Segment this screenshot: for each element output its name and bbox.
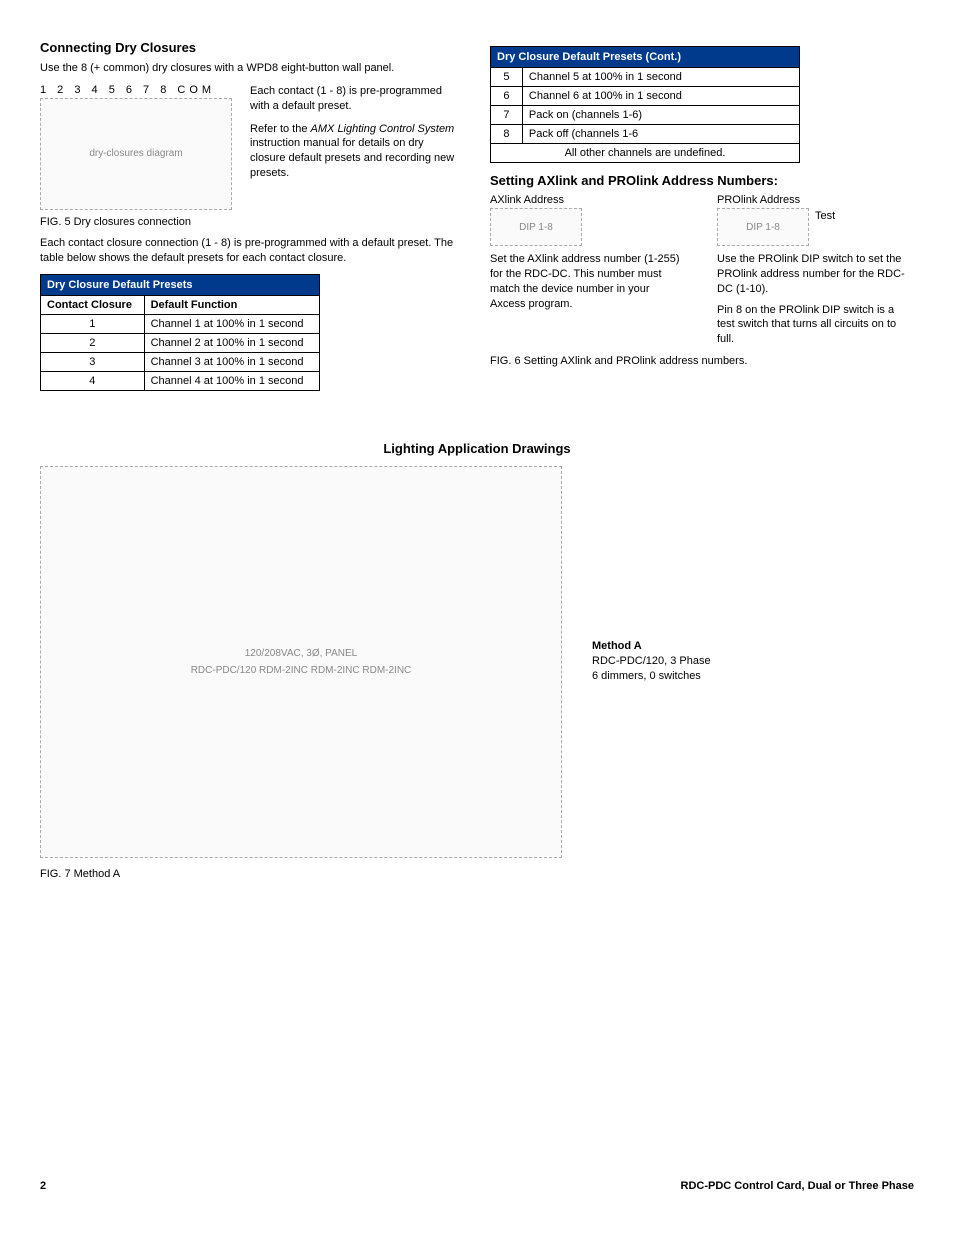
cell: 1 — [41, 314, 145, 333]
table-row: 4Channel 4 at 100% in 1 second — [41, 371, 320, 390]
top-two-column: Connecting Dry Closures Use the 8 (+ com… — [40, 40, 914, 391]
axlink-note: Set the AXlink address number (1-255) fo… — [490, 252, 687, 311]
table-row: 5Channel 5 at 100% in 1 second — [491, 68, 800, 87]
table-row: 7Pack on (channels 1-6) — [491, 106, 800, 125]
table1-title: Dry Closure Default Presets — [41, 274, 320, 295]
method-a-l1: RDC-PDC/120, 3 Phase — [592, 655, 711, 667]
table-presets-1: Dry Closure Default Presets Contact Clos… — [40, 274, 320, 391]
fig5-diagram: dry-closures diagram — [40, 98, 232, 210]
right-column: Dry Closure Default Presets (Cont.) 5Cha… — [490, 40, 914, 391]
table1-col2: Default Function — [144, 295, 319, 314]
cell: 6 — [491, 87, 523, 106]
heading-connecting: Connecting Dry Closures — [40, 40, 460, 55]
fig6-caption: FIG. 6 Setting AXlink and PROlink addres… — [490, 355, 914, 367]
fig7-panel-label: 120/208VAC, 3Ø, PANEL — [191, 648, 412, 659]
intro-text: Use the 8 (+ common) dry closures with a… — [40, 61, 460, 76]
cell: 4 — [41, 371, 145, 390]
cell: 8 — [491, 125, 523, 144]
fig5-caption: FIG. 5 Dry closures connection — [40, 216, 460, 228]
axlink-label: AXlink Address — [490, 194, 687, 206]
prolink-dip-icon: DIP 1-8 — [717, 208, 809, 246]
cell: Pack off (channels 1-6 — [522, 125, 799, 144]
table-row: All other channels are undefined. — [491, 144, 800, 163]
footer-title: RDC-PDC Control Card, Dual or Three Phas… — [681, 1180, 914, 1192]
side-p2: Refer to the AMX Lighting Control System… — [250, 122, 460, 181]
table-row: 6Channel 6 at 100% in 1 second — [491, 87, 800, 106]
cell: Channel 6 at 100% in 1 second — [522, 87, 799, 106]
cell: Channel 4 at 100% in 1 second — [144, 371, 319, 390]
fig5-row: 1 2 3 4 5 6 7 8 COM dry-closures diagram… — [40, 84, 460, 210]
cell: Channel 3 at 100% in 1 second — [144, 352, 319, 371]
side-p2-em: AMX Lighting Control System — [311, 123, 455, 135]
cell: 7 — [491, 106, 523, 125]
axlink-col: AXlink Address DIP 1-8 Set the AXlink ad… — [490, 194, 687, 347]
cell: Channel 5 at 100% in 1 second — [522, 68, 799, 87]
table-row: 3Channel 3 at 100% in 1 second — [41, 352, 320, 371]
table-row: 1Channel 1 at 100% in 1 second — [41, 314, 320, 333]
test-label: Test — [815, 210, 835, 222]
fig5-side-text: Each contact (1 - 8) is pre-programmed w… — [250, 84, 460, 189]
table-presets-2: Dry Closure Default Presets (Cont.) 5Cha… — [490, 46, 800, 163]
table1-col1: Contact Closure — [41, 295, 145, 314]
heading-addresses: Setting AXlink and PROlink Address Numbe… — [490, 173, 914, 188]
cell: 3 — [41, 352, 145, 371]
fig5-block: 1 2 3 4 5 6 7 8 COM dry-closures diagram — [40, 84, 232, 210]
cell: 2 — [41, 333, 145, 352]
prolink-label: PROlink Address — [717, 194, 809, 206]
cell: Channel 1 at 100% in 1 second — [144, 314, 319, 333]
heading-lighting: Lighting Application Drawings — [40, 441, 914, 456]
page-number: 2 — [40, 1180, 46, 1192]
cell: Pack on (channels 1-6) — [522, 106, 799, 125]
table-row: 2Channel 2 at 100% in 1 second — [41, 333, 320, 352]
cell: 5 — [491, 68, 523, 87]
cell: All other channels are undefined. — [491, 144, 800, 163]
after-fig5-text: Each contact closure connection (1 - 8) … — [40, 236, 460, 266]
fig7-diagram: 120/208VAC, 3Ø, PANEL RDC-PDC/120 RDM-2I… — [40, 466, 562, 858]
fig7-row: 120/208VAC, 3Ø, PANEL RDC-PDC/120 RDM-2I… — [40, 466, 914, 858]
fig7-caption: FIG. 7 Method A — [40, 868, 914, 880]
method-a-title: Method A — [592, 640, 642, 652]
side-p1: Each contact (1 - 8) is pre-programmed w… — [250, 84, 460, 114]
section-lighting: Lighting Application Drawings 120/208VAC… — [40, 441, 914, 880]
prolink-note1: Use the PROlink DIP switch to set the PR… — [717, 252, 914, 297]
table-row: 8Pack off (channels 1-6 — [491, 125, 800, 144]
fig5-pin-labels: 1 2 3 4 5 6 7 8 COM — [40, 84, 232, 96]
prolink-note2: Pin 8 on the PROlink DIP switch is a tes… — [717, 303, 914, 348]
axlink-dip-icon: DIP 1-8 — [490, 208, 582, 246]
page-footer: 2 RDC-PDC Control Card, Dual or Three Ph… — [40, 1180, 914, 1192]
dip-row: AXlink Address DIP 1-8 Set the AXlink ad… — [490, 194, 914, 347]
fig7-unit-labels: RDC-PDC/120 RDM-2INC RDM-2INC RDM-2INC — [191, 665, 412, 676]
table2-title: Dry Closure Default Presets (Cont.) — [491, 47, 800, 68]
method-a-box: Method A RDC-PDC/120, 3 Phase 6 dimmers,… — [592, 639, 711, 684]
left-column: Connecting Dry Closures Use the 8 (+ com… — [40, 40, 460, 391]
cell: Channel 2 at 100% in 1 second — [144, 333, 319, 352]
side-p2a: Refer to the — [250, 123, 311, 135]
side-p2b: instruction manual for details on dry cl… — [250, 137, 454, 179]
prolink-col: PROlink Address DIP 1-8 Test Use the PRO… — [717, 194, 914, 347]
fig7-block: 120/208VAC, 3Ø, PANEL RDC-PDC/120 RDM-2I… — [40, 466, 562, 858]
method-a-l2: 6 dimmers, 0 switches — [592, 670, 701, 682]
